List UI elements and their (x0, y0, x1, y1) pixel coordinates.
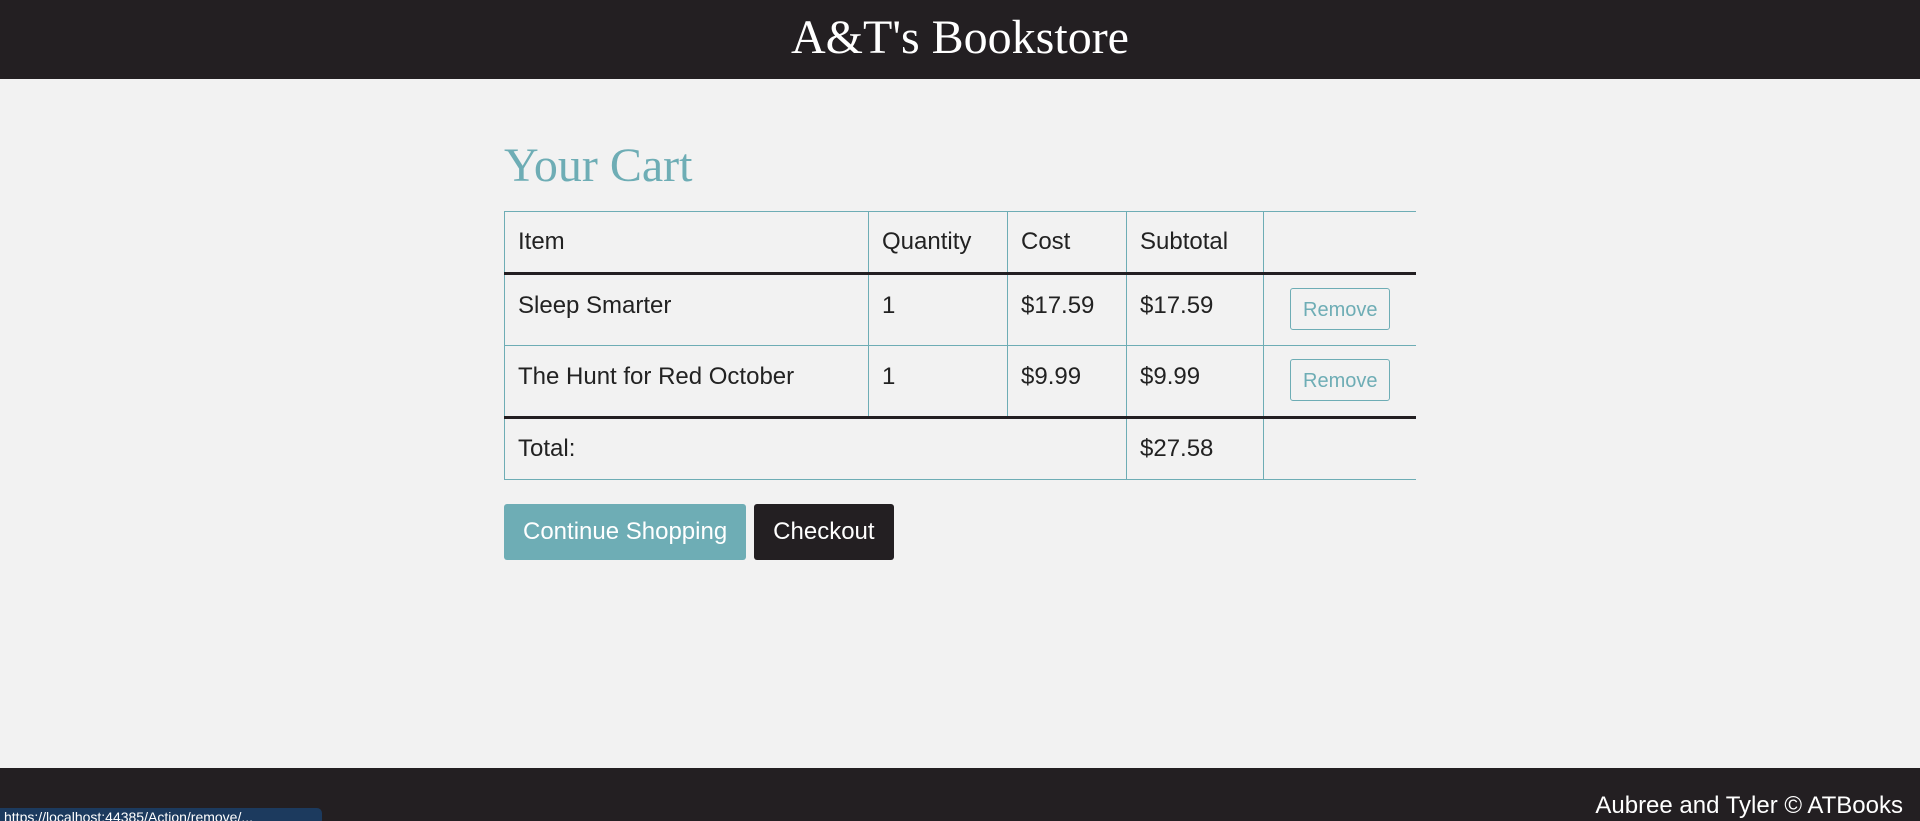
browser-status-url: https://localhost:44385/Action/remove/..… (0, 808, 322, 821)
cart-section: Your Cart Item Quantity Cost Subtotal Sl… (504, 140, 1416, 560)
item-actions: Remove (1263, 345, 1416, 419)
remove-button[interactable]: Remove (1290, 359, 1391, 401)
column-header-item: Item (504, 211, 869, 275)
column-header-actions (1263, 211, 1416, 275)
cart-actions: Continue Shopping Checkout (504, 504, 1416, 560)
cart-header-row: Item Quantity Cost Subtotal (504, 211, 1416, 275)
continue-shopping-button[interactable]: Continue Shopping (504, 504, 747, 560)
cart-table: Item Quantity Cost Subtotal Sleep Smarte… (504, 211, 1416, 480)
site-brand[interactable]: A&T's Bookstore (791, 12, 1129, 64)
item-cost: $9.99 (1007, 345, 1127, 419)
item-actions: Remove (1263, 273, 1416, 346)
table-row: Sleep Smarter 1 $17.59 $17.59 Remove (504, 273, 1416, 346)
column-header-quantity: Quantity (868, 211, 1008, 275)
item-quantity: 1 (868, 345, 1008, 419)
item-subtotal: $9.99 (1126, 345, 1264, 419)
item-name: The Hunt for Red October (504, 345, 869, 419)
item-cost: $17.59 (1007, 273, 1127, 346)
item-name: Sleep Smarter (504, 273, 869, 346)
total-row: Total: $27.58 (504, 417, 1416, 480)
page-title: Your Cart (504, 139, 693, 192)
remove-button[interactable]: Remove (1290, 288, 1391, 330)
total-label: Total: (504, 417, 1127, 480)
site-header: A&T's Bookstore (0, 0, 1920, 79)
table-row: The Hunt for Red October 1 $9.99 $9.99 R… (504, 345, 1416, 419)
total-empty-cell (1263, 417, 1416, 480)
checkout-button[interactable]: Checkout (754, 504, 894, 560)
copyright-text: Aubree and Tyler © ATBooks (1595, 792, 1903, 819)
total-value: $27.58 (1126, 417, 1264, 480)
column-header-cost: Cost (1007, 211, 1127, 275)
item-subtotal: $17.59 (1126, 273, 1264, 346)
column-header-subtotal: Subtotal (1126, 211, 1264, 275)
item-quantity: 1 (868, 273, 1008, 346)
